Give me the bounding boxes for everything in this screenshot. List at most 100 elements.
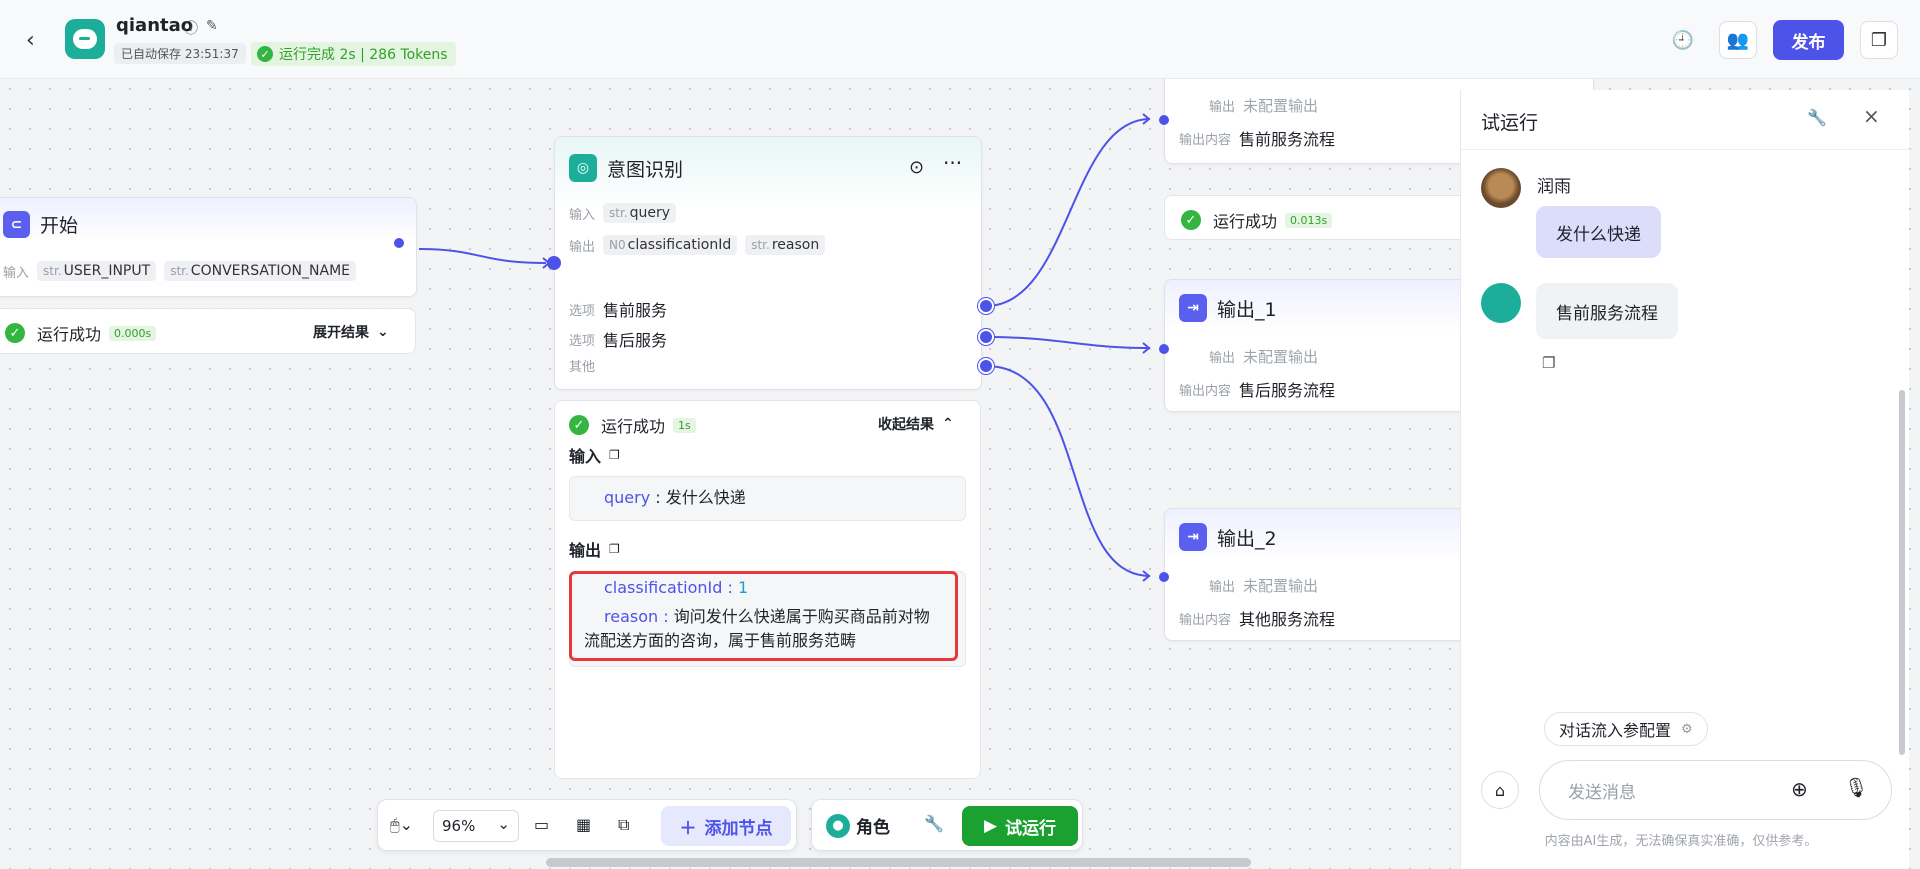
edit-icon[interactable]: ✎	[206, 18, 218, 34]
add-circle-icon[interactable]: ⊕	[1791, 777, 1808, 801]
user-plus-icon: 👥	[1726, 29, 1750, 51]
output-label: 输出	[569, 239, 596, 255]
output-input-port[interactable]	[1159, 115, 1169, 125]
start-icon: ⊂	[3, 211, 30, 238]
start-node[interactable]: ⊂ 开始 输入 str. USER_INPUT str. CONVERSATION_…	[0, 197, 417, 297]
intent-node-title: 意图识别	[607, 158, 684, 181]
highlight-box	[569, 571, 958, 661]
toolbox-button[interactable]: ⌂	[1481, 771, 1519, 809]
run-time: 0.000s	[109, 325, 157, 341]
content-value: 售前服务流程	[1239, 130, 1336, 149]
run-status: 运行成功	[1213, 212, 1278, 231]
add-node-button[interactable]: ＋ 添加节点	[661, 806, 791, 846]
zoom-select[interactable]: 96% ⌄	[433, 810, 519, 842]
output-input-port[interactable]	[1159, 572, 1169, 582]
message-placeholder: 发送消息	[1568, 782, 1636, 803]
horizontal-scrollbar[interactable]	[546, 858, 1251, 867]
comment-icon[interactable]: ▭	[534, 815, 549, 834]
content-label: 输出内容	[1179, 132, 1232, 148]
output-label: 输出	[1209, 580, 1236, 595]
intent-node[interactable]: ◎ 意图识别 ⊙ ··· 输入 str. query 输出 N0 classific…	[547, 136, 994, 390]
test-run-label: 试运行	[1005, 818, 1057, 839]
option-other-port[interactable]	[978, 358, 994, 374]
run-time: 1s	[673, 417, 696, 433]
chevron-down-icon: ⌄	[377, 324, 389, 340]
play-icon: ▶	[983, 816, 998, 836]
output-value: 未配置输出	[1243, 577, 1319, 595]
start-output-port[interactable]	[394, 238, 404, 248]
output-node-title: 输出_2	[1217, 527, 1277, 550]
collapse-results-button[interactable]: 收起结果 ⌃	[878, 414, 954, 434]
test-run-button[interactable]: ▶ 试运行	[962, 806, 1078, 846]
copy-icon[interactable]: ❐	[609, 542, 620, 556]
run-status-badge: ✓ 运行完成 2s | 286 Tokens	[251, 42, 456, 66]
copy-icon[interactable]: ❐	[609, 448, 620, 462]
run-status-text: 运行完成 2s | 286 Tokens	[279, 47, 448, 63]
output-node-title: 输出_1	[1217, 298, 1277, 321]
option-label: 选项	[569, 303, 596, 319]
option-presale-port[interactable]	[978, 298, 994, 314]
wrench-icon[interactable]: 🔧	[1807, 108, 1827, 127]
option-aftersale-port[interactable]	[978, 329, 994, 345]
more-icon[interactable]: ···	[943, 151, 962, 175]
output-label: 输出	[1209, 351, 1236, 366]
role-label: 角色	[856, 818, 890, 838]
run-status: 运行成功	[37, 325, 102, 344]
close-icon[interactable]: ×	[1863, 104, 1880, 128]
test-run-panel: 试运行 🔧 × 润雨 发什么快递 售前服务流程 ❐ 对话流入参配置 ⚙ ⌂ 发送…	[1460, 90, 1910, 869]
input-key: query	[604, 488, 651, 507]
panel-scrollbar[interactable]	[1899, 390, 1905, 755]
copy-button[interactable]: ❐	[1860, 21, 1898, 59]
copy-icon[interactable]: ❐	[1542, 354, 1555, 372]
panel-title: 试运行	[1481, 112, 1539, 134]
expand-label: 展开结果	[313, 325, 369, 341]
run-toolbar: ● 角色 🔧 ▶ 试运行	[811, 799, 1083, 851]
publish-button[interactable]: 发布	[1773, 20, 1844, 60]
expand-results-button[interactable]: 展开结果 ⌄	[313, 322, 389, 342]
user-name: 润雨	[1537, 177, 1571, 197]
output-value: 未配置输出	[1243, 348, 1319, 366]
settings-sliders-icon: ⚙	[1681, 721, 1693, 737]
minimap-icon[interactable]: ⧉	[618, 815, 629, 835]
flow-config-button[interactable]: 对话流入参配置 ⚙	[1544, 712, 1708, 746]
message-input[interactable]: 发送消息	[1539, 760, 1892, 820]
check-icon: ✓	[257, 46, 273, 62]
content-label: 输出内容	[1179, 612, 1232, 628]
edge-option1-output	[985, 118, 1151, 307]
output-icon: ⇥	[1179, 523, 1207, 551]
role-avatar-icon: ●	[826, 813, 850, 838]
input-label: 输入	[569, 207, 596, 223]
run-node-icon[interactable]: ⊙	[909, 157, 924, 178]
flow-config-label: 对话流入参配置	[1559, 721, 1672, 740]
bot-avatar	[1481, 283, 1521, 323]
role-button[interactable]: ● 角色	[826, 813, 890, 838]
output-input-port[interactable]	[1159, 344, 1169, 354]
result-output-title: 输出	[569, 541, 602, 560]
mouse-mode-icon[interactable]: 🖱⌄	[390, 815, 413, 835]
info-icon[interactable]: ⓘ	[184, 18, 198, 38]
chevron-up-icon: ⌃	[942, 416, 954, 432]
output-value: 未配置输出	[1243, 97, 1319, 115]
output-label: 输出	[1209, 100, 1236, 115]
intent-input-port[interactable]	[547, 256, 561, 270]
content-value: 售后服务流程	[1239, 381, 1336, 400]
copy-icon: ❐	[1870, 29, 1888, 51]
collapse-label: 收起结果	[878, 417, 934, 433]
layout-icon[interactable]: ▦	[576, 815, 591, 834]
check-icon: ✓	[5, 323, 25, 343]
param-classification-id: N0 classificationId	[603, 235, 738, 255]
start-run-result: ✓ 运行成功 0.000s 展开结果 ⌄	[0, 308, 416, 354]
edge-option2-output1	[985, 336, 1151, 349]
wrench-icon[interactable]: 🔧	[924, 814, 944, 833]
back-icon[interactable]: ‹	[26, 28, 35, 53]
app-name: qiantao	[116, 15, 194, 36]
collaborate-button[interactable]: 👥	[1719, 21, 1757, 59]
add-node-label: 添加节点	[704, 818, 773, 839]
ai-disclaimer: 内容由AI生成，无法确保真实准确，仅供参考。	[1544, 834, 1818, 849]
check-icon: ✓	[569, 415, 589, 435]
history-button[interactable]: 🕘	[1664, 21, 1702, 59]
run-status: 运行成功	[601, 417, 666, 436]
result-input-title: 输入	[569, 447, 602, 466]
separator: :	[650, 488, 666, 507]
microphone-icon[interactable]: 🎙	[1844, 776, 1868, 799]
